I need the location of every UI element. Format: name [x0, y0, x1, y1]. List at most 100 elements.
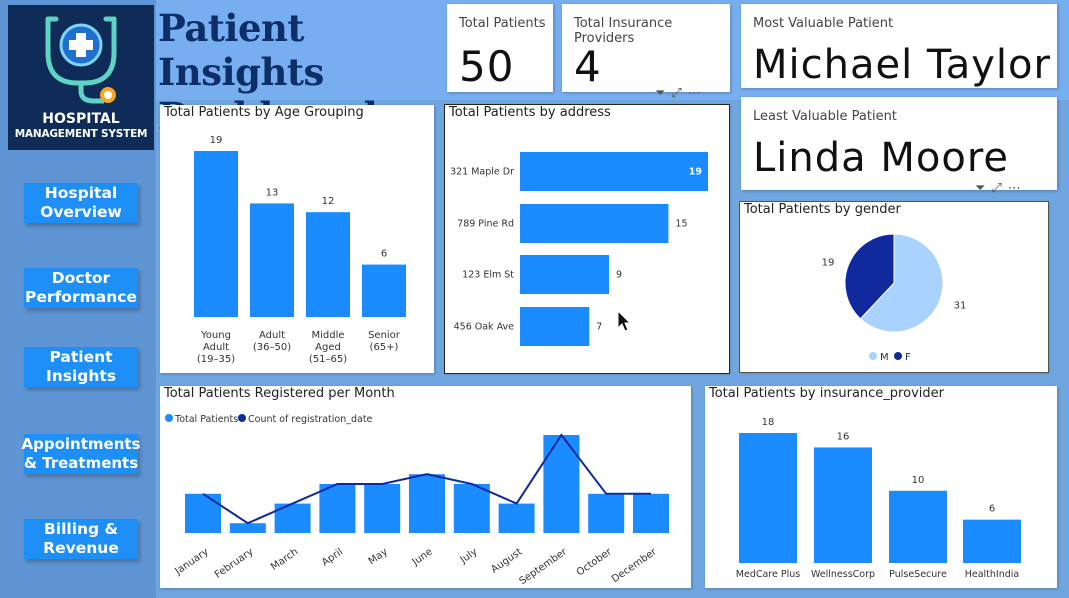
nav-patient-insights-button[interactable]: Patient Insights — [24, 347, 138, 387]
data-label: 19 — [210, 135, 223, 146]
bar — [520, 255, 610, 294]
category-label: March — [269, 546, 300, 572]
bar — [520, 307, 590, 346]
bar — [520, 152, 708, 191]
category-label: MedCare Plus — [736, 569, 800, 580]
age-grouping-chart: 19YoungAdult(19–35)13Adult(36–50)12Middl… — [194, 135, 406, 365]
legend-marker — [894, 352, 902, 360]
data-label: 6 — [381, 249, 387, 260]
bar — [588, 493, 625, 533]
kpi-value: 50 — [459, 42, 515, 91]
category-label: January — [173, 546, 211, 577]
bar — [250, 203, 294, 317]
nav-label-line-2: Revenue — [43, 539, 119, 557]
category-label: June — [410, 546, 435, 568]
category-label: July — [458, 546, 480, 566]
category-label: Middle — [311, 330, 344, 341]
category-label: April — [320, 546, 345, 568]
category-label: (36–50) — [253, 342, 291, 353]
category-label: May — [367, 546, 390, 567]
category-label: Adult — [203, 342, 229, 353]
legend-label: F — [905, 352, 911, 363]
logo-line-2: MANAGEMENT SYSTEM — [14, 128, 148, 140]
hospital-logo: HOSPITAL MANAGEMENT SYSTEM — [8, 5, 154, 150]
focus-mode-icon[interactable]: ⤢ — [991, 181, 1007, 196]
nav-billing-revenue-button[interactable]: Billing & Revenue — [24, 519, 138, 559]
bar — [194, 151, 238, 317]
nav-label-line-2: Performance — [25, 288, 137, 306]
nav-label-line-1: Appointments — [21, 435, 141, 453]
bar — [963, 519, 1021, 563]
bar — [229, 523, 266, 533]
age-grouping-chart-card[interactable]: Total Patients by Age Grouping 19 Young Ad… — [160, 105, 434, 373]
data-label: 12 — [322, 196, 335, 207]
kpi-value: Michael Taylor — [753, 42, 1051, 88]
category-label: September — [518, 546, 570, 587]
bar — [319, 484, 356, 533]
monthly-registration-chart: Total Patients Count of registration_date… — [165, 414, 669, 587]
bar — [409, 474, 445, 533]
visual-toolbar: ⏷⤢⋯ — [655, 86, 707, 101]
category-label: Adult — [259, 330, 285, 341]
gender-chart: 31 19 M F — [822, 233, 966, 363]
kpi-least-valuable-patient-card[interactable]: Least Valuable Patient Linda Moore — [741, 97, 1057, 190]
legend-marker — [238, 414, 246, 422]
bar — [364, 484, 401, 533]
insurance-provider-chart-card[interactable]: Total Patients by insurance_provider 18 M… — [705, 386, 1057, 588]
category-label: Senior — [368, 330, 401, 341]
category-label: February — [213, 546, 256, 580]
kpi-most-valuable-patient-card[interactable]: Most Valuable Patient Michael Taylor — [741, 4, 1057, 88]
insurance-provider-chart: 18 MedCare Plus 16 WellnessCorp 10 PulseSecur… — [736, 417, 1021, 580]
nav-hospital-overview-button[interactable]: Hospital Overview — [24, 183, 138, 223]
data-label: 19 — [822, 257, 835, 268]
nav-label-line-2: Insights — [45, 367, 117, 385]
focus-mode-icon[interactable]: ⤢ — [671, 86, 687, 101]
category-label: HealthIndia — [965, 569, 1020, 580]
category-label: August — [489, 546, 524, 575]
kpi-value: 4 — [574, 42, 602, 91]
kpi-total-insurance-providers-card[interactable]: Total Insurance Providers 4 — [562, 4, 730, 92]
data-label: 10 — [912, 475, 925, 486]
legend-label: Count of registration_date — [248, 414, 373, 425]
more-options-icon[interactable]: ⋯ — [1008, 181, 1027, 196]
legend-label: M — [880, 352, 889, 363]
category-label: WellnessCorp — [811, 569, 875, 580]
stethoscope-cross-icon — [45, 16, 117, 104]
category-label: December — [610, 546, 660, 585]
kpi-label: Total Patients — [459, 16, 546, 31]
data-label: 9 — [616, 270, 622, 281]
legend-marker — [165, 414, 173, 422]
nav-doctor-performance-button[interactable]: Doctor Performance — [24, 268, 138, 308]
mouse-cursor-icon — [617, 310, 632, 332]
kpi-label: Least Valuable Patient — [753, 109, 897, 124]
gender-chart-card[interactable]: Total Patients by gender 31 19 M F — [739, 201, 1049, 373]
logo-line-1: HOSPITAL — [42, 111, 120, 127]
category-label: October — [575, 546, 615, 578]
monthly-registration-chart-card[interactable]: Total Patients Registered per Month Tota… — [160, 386, 691, 588]
nav-label-line-1: Billing & — [43, 520, 119, 538]
data-label: 19 — [689, 167, 702, 178]
legend-label: Total Patients — [174, 414, 238, 425]
more-options-icon[interactable]: ⋯ — [688, 86, 707, 101]
bar — [543, 435, 580, 533]
address-chart-card[interactable]: Total Patients by address 321 Maple Dr 19… — [444, 104, 730, 374]
bar — [306, 212, 350, 317]
kpi-label: Most Valuable Patient — [753, 16, 894, 31]
nav-label-line-2: Overview — [40, 203, 122, 221]
nav-appointments-treatments-button[interactable]: Appointments & Treatments — [21, 434, 141, 474]
nav-label-line-2: & Treatments — [23, 454, 139, 472]
filter-icon[interactable]: ⏷ — [655, 86, 671, 101]
bar — [185, 493, 221, 533]
bar — [498, 503, 535, 533]
bar — [453, 484, 490, 533]
bar — [739, 433, 797, 563]
data-label: 13 — [266, 187, 279, 198]
filter-icon[interactable]: ⏷ — [975, 181, 991, 196]
bar — [814, 447, 872, 563]
bar — [274, 503, 311, 533]
kpi-total-patients-card[interactable]: Total Patients 50 — [447, 4, 553, 92]
bar — [362, 264, 406, 317]
data-label: 18 — [762, 417, 775, 428]
data-label: 15 — [675, 219, 687, 230]
nav-label-line-1: Doctor — [51, 269, 111, 287]
